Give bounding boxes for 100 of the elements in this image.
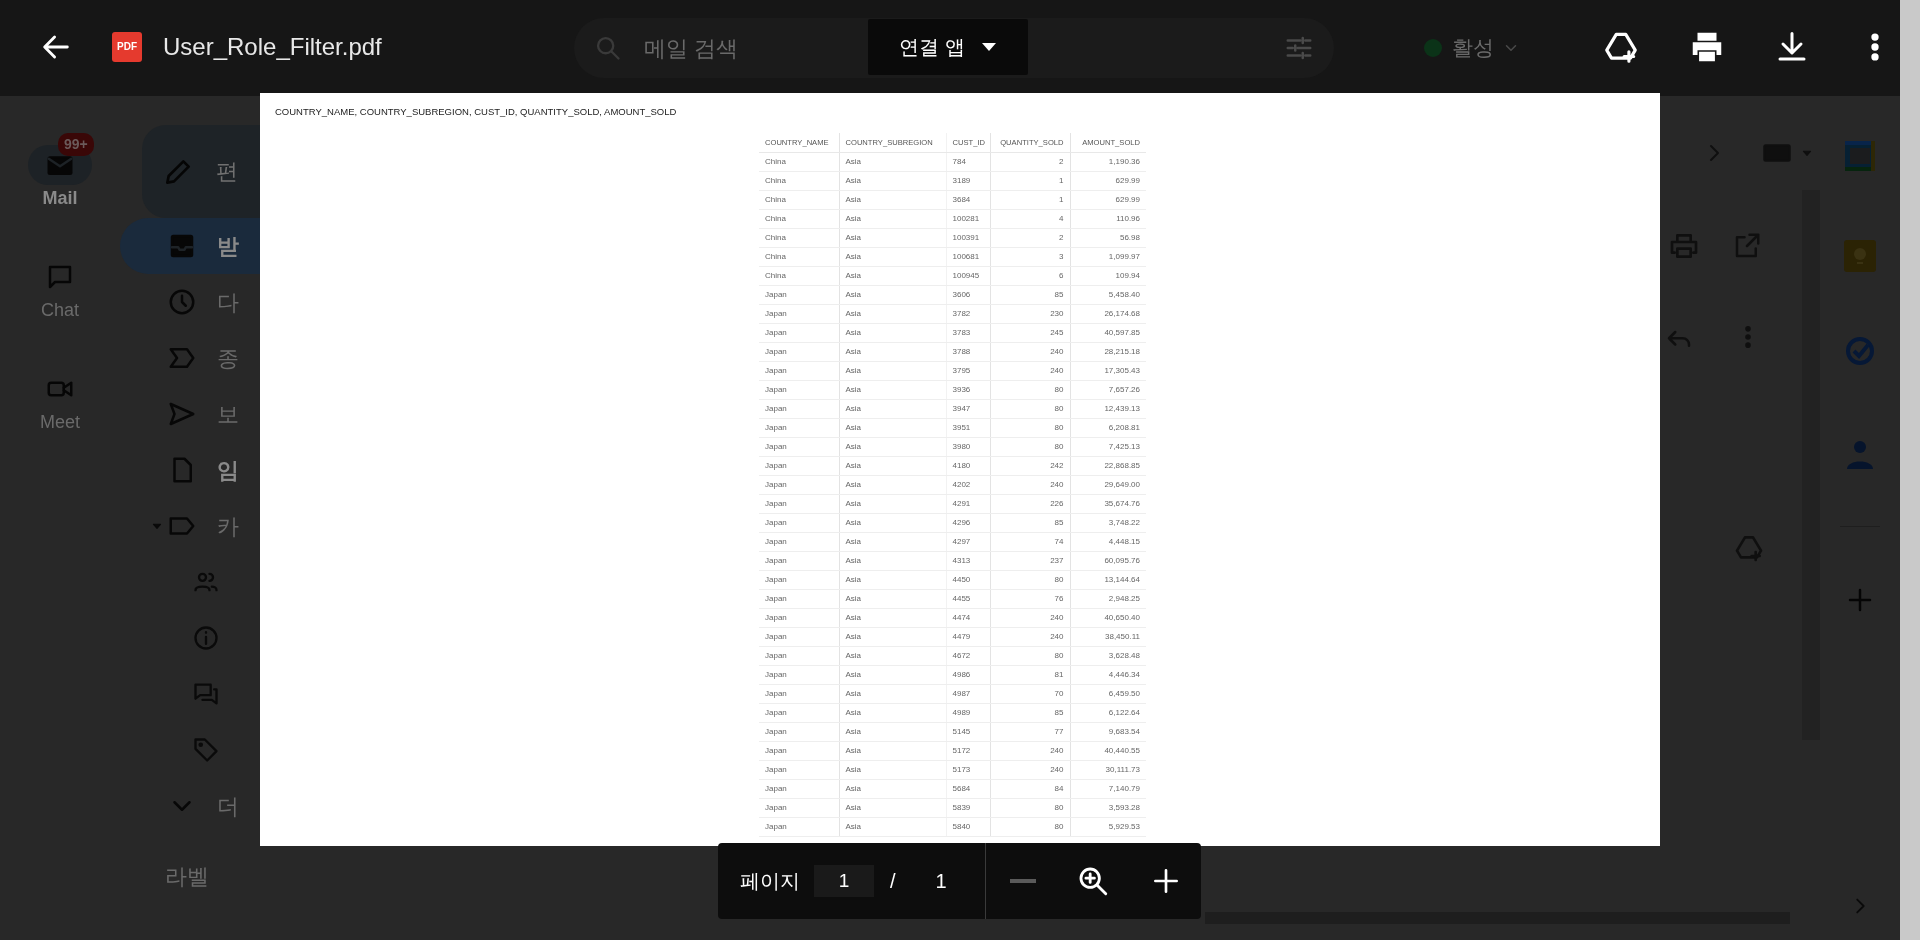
table-cell: Japan xyxy=(759,627,839,647)
table-cell: Japan xyxy=(759,589,839,609)
table-cell: 4297 xyxy=(946,532,990,552)
table-cell: 85 xyxy=(990,513,1070,533)
pdf-file-icon: PDF xyxy=(112,31,142,62)
table-cell: Asia xyxy=(839,684,946,704)
table-cell: 242 xyxy=(990,456,1070,476)
table-cell: 2 xyxy=(990,152,1070,172)
folder-item[interactable]: 보 xyxy=(120,386,260,442)
table-cell: 5840 xyxy=(946,817,990,837)
table-cell: 4986 xyxy=(946,665,990,685)
table-cell: Asia xyxy=(839,266,946,286)
table-cell: 77 xyxy=(990,722,1070,742)
document-heading: COUNTRY_NAME, COUNTRY_SUBREGION, CUST_ID, QUANTITY_SOLD, AMOUNT_SOLD xyxy=(274,105,678,119)
table-cell: 3936 xyxy=(946,380,990,400)
table-cell: 3684 xyxy=(946,190,990,210)
table-cell: Japan xyxy=(759,323,839,343)
table-cell: 40,650.40 xyxy=(1070,608,1146,628)
status-label[interactable]: 활성 xyxy=(1452,32,1494,64)
table-cell: 4313 xyxy=(946,551,990,571)
table-cell: 240 xyxy=(990,760,1070,780)
table-cell: 230 xyxy=(990,304,1070,324)
folder-item[interactable]: 종 xyxy=(120,330,260,386)
table-cell: Japan xyxy=(759,703,839,723)
folder-label: 다 xyxy=(217,288,239,317)
table-cell: 80 xyxy=(990,418,1070,438)
table-cell: Asia xyxy=(839,532,946,552)
page-count: 1 xyxy=(935,869,947,894)
compose-button[interactable]: 편 xyxy=(142,125,260,218)
folder-label: 임 xyxy=(217,456,239,485)
table-cell: 100945 xyxy=(946,266,990,286)
table-cell: Asia xyxy=(839,418,946,438)
table-cell: 7,140.79 xyxy=(1070,779,1146,799)
table-cell: 3980 xyxy=(946,437,990,457)
table-cell: 245 xyxy=(990,323,1070,343)
table-cell: 226 xyxy=(990,494,1070,514)
folder-label: 카 xyxy=(217,512,239,541)
page-number-field[interactable]: 1 xyxy=(814,865,874,897)
table-cell: Japan xyxy=(759,760,839,780)
table-cell: Japan xyxy=(759,608,839,628)
table-cell: 100281 xyxy=(946,209,990,229)
table-cell: China xyxy=(759,266,839,286)
table-cell: 80 xyxy=(990,380,1070,400)
table-cell: Asia xyxy=(839,456,946,476)
table-cell: Japan xyxy=(759,779,839,799)
table-cell: 6,122.64 xyxy=(1070,703,1146,723)
table-cell: 7,425.13 xyxy=(1070,437,1146,457)
open-with-button[interactable]: 연결 앱 xyxy=(868,18,1028,75)
table-cell: 3788 xyxy=(946,342,990,362)
table-cell: Japan xyxy=(759,456,839,476)
table-cell: Asia xyxy=(839,608,946,628)
table-cell: Asia xyxy=(839,570,946,590)
rail-label: Chat xyxy=(41,299,79,322)
table-cell: 1,190.36 xyxy=(1070,152,1146,172)
table-cell: 629.99 xyxy=(1070,171,1146,191)
table-cell: 2,948.25 xyxy=(1070,589,1146,609)
table-cell: 17,305.43 xyxy=(1070,361,1146,381)
table-cell: Japan xyxy=(759,418,839,438)
table-cell: 9,683.54 xyxy=(1070,722,1146,742)
table-cell: 5145 xyxy=(946,722,990,742)
table-cell: Japan xyxy=(759,475,839,495)
folder-item[interactable]: 더 xyxy=(120,778,260,834)
table-cell: Japan xyxy=(759,817,839,837)
table-cell: 81 xyxy=(990,665,1070,685)
table-cell: Asia xyxy=(839,361,946,381)
table-cell: Asia xyxy=(839,817,946,837)
folder-label: 보 xyxy=(217,400,239,429)
table-cell: 4450 xyxy=(946,570,990,590)
table-cell: Japan xyxy=(759,684,839,704)
table-cell: 4291 xyxy=(946,494,990,514)
table-cell: China xyxy=(759,152,839,172)
table-cell: 35,674.76 xyxy=(1070,494,1146,514)
table-cell: 4296 xyxy=(946,513,990,533)
table-cell: 5172 xyxy=(946,741,990,761)
table-cell: 76 xyxy=(990,589,1070,609)
table-cell: Asia xyxy=(839,209,946,229)
table-cell: 240 xyxy=(990,741,1070,761)
table-cell: 85 xyxy=(990,703,1070,723)
table-cell: Japan xyxy=(759,437,839,457)
table-cell: 56.98 xyxy=(1070,228,1146,248)
table-cell: 4474 xyxy=(946,608,990,628)
table-cell: Asia xyxy=(839,190,946,210)
table-cell: 12,439.13 xyxy=(1070,399,1146,419)
labels-heading: 라벨 xyxy=(165,863,210,891)
rail-label: Meet xyxy=(40,411,80,434)
table-cell: Japan xyxy=(759,399,839,419)
table-cell: Japan xyxy=(759,380,839,400)
table-cell: 100391 xyxy=(946,228,990,248)
table-cell: 5,458.40 xyxy=(1070,285,1146,305)
table-cell: 3947 xyxy=(946,399,990,419)
table-cell: 1 xyxy=(990,171,1070,191)
folder-item[interactable]: 카 xyxy=(120,498,260,554)
folder-item[interactable]: 다 xyxy=(120,274,260,330)
table-cell: Asia xyxy=(839,627,946,647)
folder-item[interactable]: 받 xyxy=(120,218,260,274)
table-cell: Asia xyxy=(839,494,946,514)
folder-item[interactable]: 임 xyxy=(120,442,260,498)
table-cell: 80 xyxy=(990,570,1070,590)
table-cell: Asia xyxy=(839,285,946,305)
table-cell: 240 xyxy=(990,608,1070,628)
